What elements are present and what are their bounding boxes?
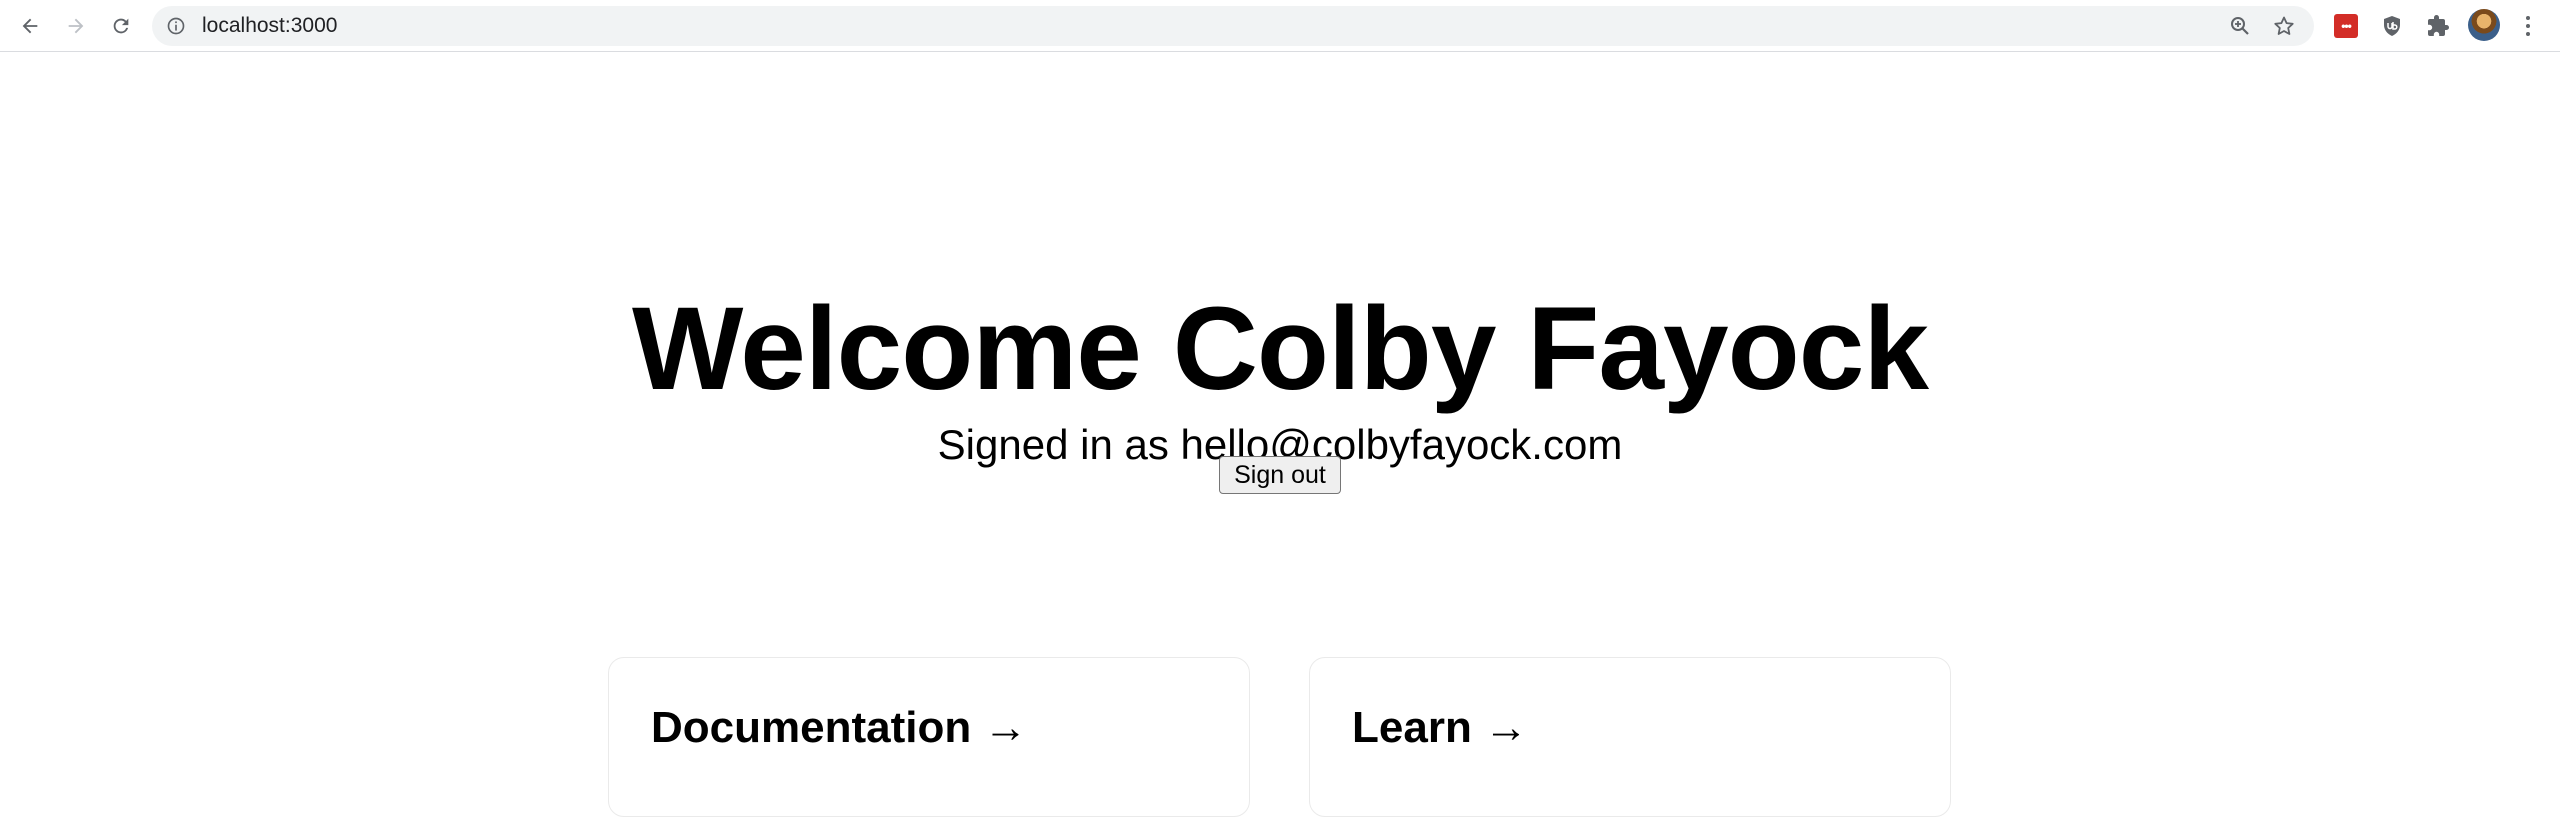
signout-container: Sign out (0, 456, 2560, 494)
page-title: Welcome Colby Fayock (632, 283, 1929, 416)
lastpass-extension-button[interactable]: ••• (2332, 12, 2360, 40)
profile-avatar[interactable] (2468, 9, 2500, 41)
browser-toolbar: localhost:3000 ••• (0, 0, 2560, 52)
sign-out-button[interactable]: Sign out (1219, 456, 1341, 494)
address-bar[interactable]: localhost:3000 (152, 6, 2314, 46)
documentation-card[interactable]: Documentation → (608, 657, 1250, 817)
ublock-extension-button[interactable] (2378, 12, 2406, 40)
extensions-button[interactable] (2424, 12, 2452, 40)
reload-button[interactable] (105, 10, 137, 42)
info-icon[interactable] (166, 16, 186, 36)
back-button[interactable] (14, 10, 46, 42)
card-title-learn[interactable]: Learn → (1352, 700, 1528, 756)
reload-icon (113, 18, 129, 34)
puzzle-icon (2428, 15, 2449, 36)
page-content: Welcome Colby Fayock Signed in as hello@… (0, 53, 2560, 817)
url-text[interactable]: localhost:3000 (202, 6, 337, 46)
more-vertical-icon[interactable] (2516, 12, 2540, 40)
card-title-documentation[interactable]: Documentation → (651, 700, 1027, 756)
forward-button[interactable] (60, 10, 92, 42)
arrow-right-icon (68, 18, 84, 34)
ublock-icon (2384, 16, 2400, 36)
zoom-in-icon[interactable] (2228, 14, 2252, 38)
star-icon[interactable] (2272, 14, 2296, 38)
lastpass-icon: ••• (2334, 14, 2358, 38)
arrow-left-icon (22, 18, 38, 34)
learn-card[interactable]: Learn → (1309, 657, 1951, 817)
